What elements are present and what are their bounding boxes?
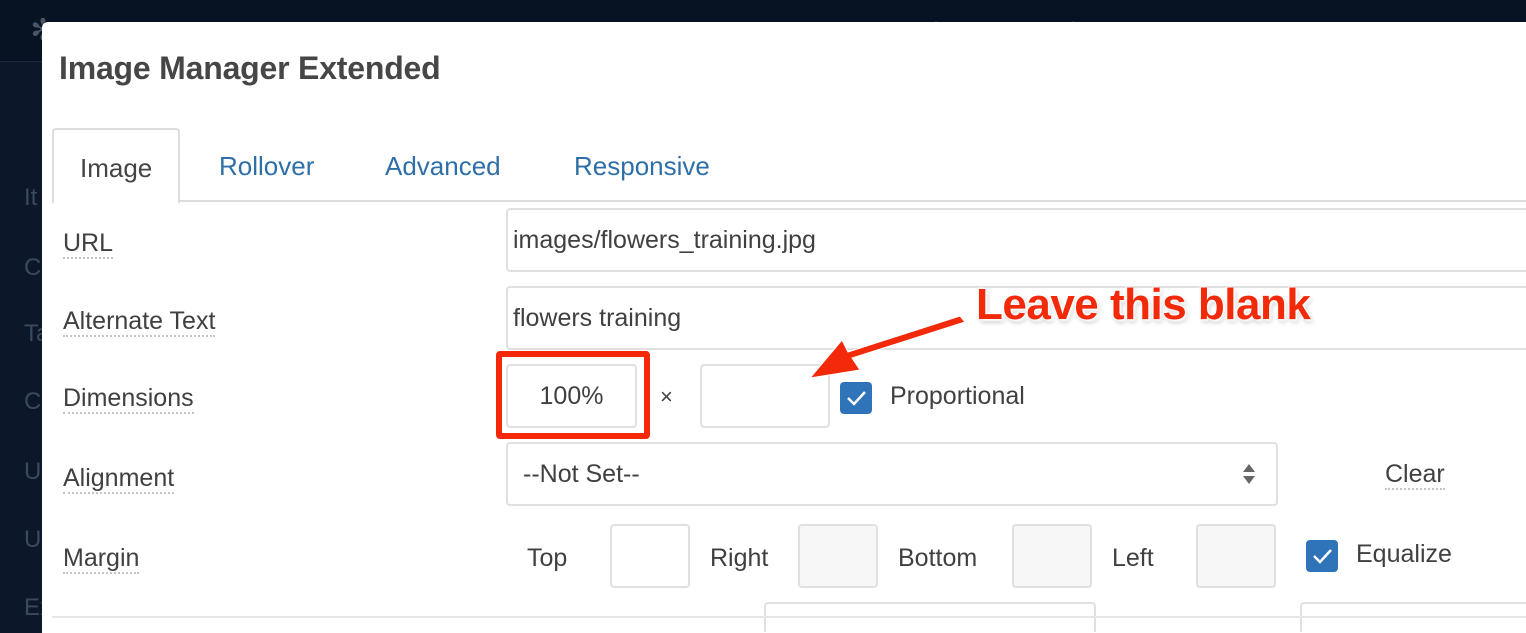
tab-bar: Image Rollover Advanced Responsive [52,128,1526,204]
checkmark-icon [1313,549,1332,564]
margin-top-label: Top [527,544,568,572]
divider [52,616,1526,618]
tab-image[interactable]: Image [52,128,181,204]
margin-label: Margin [63,544,140,574]
margin-bottom-label: Bottom [898,544,978,572]
equalize-label: Equalize [1356,540,1452,568]
annotation-text: Leave this blank [976,280,1311,329]
alignment-select[interactable]: --Not Set-- [506,442,1278,506]
dialog-title: Image Manager Extended [59,50,441,86]
margin-bottom-input[interactable] [1012,524,1092,588]
url-input[interactable]: images/flowers_training.jpg [506,208,1526,272]
dimensions-label: Dimensions [63,384,194,414]
sidebar-item: U [24,458,42,485]
sidebar-item: U [24,526,42,553]
alignment-label: Alignment [63,464,175,494]
select-arrows-icon [1243,464,1255,484]
sidebar-item: It [24,184,38,211]
tab-rollover[interactable]: Rollover [193,128,340,202]
dimension-separator: × [660,384,673,409]
tab-advanced[interactable]: Advanced [359,128,527,202]
alignment-value: --Not Set-- [523,460,640,488]
margin-left-label: Left [1112,544,1154,572]
alignment-clear-button[interactable]: Clear [1385,460,1445,490]
admin-sidebar: It C Ta C U U Ex [0,62,52,633]
sidebar-item: C [24,254,42,281]
margin-right-label: Right [710,544,769,572]
annotation-arrow-icon [808,315,966,379]
margin-left-input[interactable] [1196,524,1276,588]
alt-text-label: Alternate Text [63,307,216,337]
url-label: URL [63,229,114,259]
equalize-checkbox[interactable] [1306,540,1338,572]
width-highlight-box [496,351,650,439]
margin-right-input[interactable] [798,524,878,588]
margin-top-input[interactable] [610,524,690,588]
sidebar-item: C [24,388,42,415]
tab-responsive[interactable]: Responsive [548,128,736,202]
